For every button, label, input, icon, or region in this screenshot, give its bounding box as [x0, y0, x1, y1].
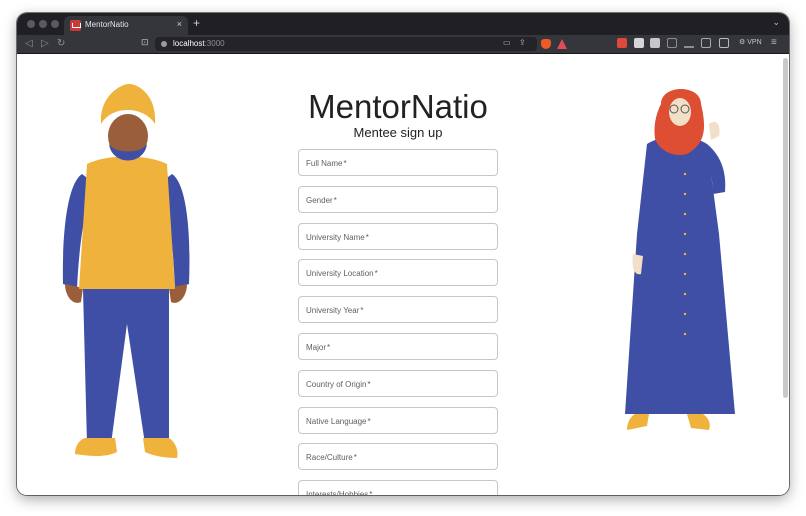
- tab-mentornatio[interactable]: MentorNatio ×: [64, 16, 188, 35]
- browser-window: MentorNatio × + ⌄ ◁ ▷ ↻ ⊡ localhost:3000…: [17, 13, 789, 495]
- field-label: University Name*: [306, 233, 369, 242]
- field-university-location[interactable]: University Location*: [298, 259, 498, 287]
- brave-shield-icon[interactable]: [541, 39, 551, 49]
- field-label-text: University Location: [306, 269, 374, 279]
- field-interests-hobbies[interactable]: Interests/Hobbies*: [298, 480, 498, 495]
- field-label-text: University Name: [306, 232, 365, 242]
- mentor-illustration-woman: [625, 89, 735, 430]
- brand-title: MentorNatio: [308, 88, 488, 125]
- brave-rewards-icon[interactable]: [557, 39, 567, 49]
- tab-close-icon[interactable]: ×: [177, 19, 182, 29]
- field-race-culture[interactable]: Race/Culture*: [298, 443, 498, 471]
- page-subtitle: Mentee sign up: [353, 125, 443, 140]
- field-label: Native Language*: [306, 417, 371, 426]
- field-label-text: Gender: [306, 195, 333, 205]
- extension-doc-icon[interactable]: [634, 38, 644, 48]
- downloads-icon[interactable]: [684, 38, 694, 48]
- address-bar[interactable]: localhost:3000 ▭ ⇪: [155, 37, 567, 51]
- field-label-text: Full Name: [306, 159, 343, 168]
- wallet-icon[interactable]: [719, 38, 729, 48]
- bookmark-icon[interactable]: ⊡: [141, 37, 149, 48]
- vpn-label: VPN: [747, 39, 762, 46]
- field-label: Country of Origin*: [306, 380, 371, 389]
- window-zoom-dot[interactable]: [51, 20, 59, 28]
- mentor-illustration-man: [62, 84, 190, 458]
- back-icon[interactable]: ◁: [25, 37, 33, 50]
- url-host: localhost: [173, 39, 205, 48]
- new-tab-button[interactable]: +: [193, 16, 200, 30]
- tab-bar: MentorNatio × + ⌄: [17, 13, 789, 35]
- field-university-name[interactable]: University Name*: [298, 222, 498, 250]
- window-minimize-dot[interactable]: [39, 20, 47, 28]
- extension-pen-icon[interactable]: [650, 38, 660, 48]
- extension-square-icon[interactable]: [667, 38, 677, 48]
- reload-icon[interactable]: ↻: [57, 37, 65, 50]
- field-label: Gender*: [306, 196, 337, 205]
- required-mark: *: [369, 490, 373, 495]
- field-label: Race/Culture*: [306, 453, 357, 462]
- field-label-text: Race/Culture: [306, 453, 353, 463]
- sidebar-icon[interactable]: [701, 38, 711, 48]
- field-label-text: Country of Origin: [306, 379, 367, 389]
- field-major[interactable]: Major*: [298, 333, 498, 360]
- required-mark: *: [365, 232, 369, 242]
- field-full-name[interactable]: Full Name*: [298, 149, 498, 176]
- url-port: :3000: [204, 39, 225, 48]
- field-label: Full Name*: [306, 159, 347, 168]
- cast-icon[interactable]: ▭: [503, 38, 511, 47]
- required-mark: *: [360, 306, 364, 316]
- field-label: University Year*: [306, 306, 363, 315]
- required-mark: *: [327, 343, 331, 352]
- field-label-text: Native Language: [306, 416, 367, 426]
- menu-icon[interactable]: ≡: [771, 37, 777, 48]
- forward-icon[interactable]: ▷: [41, 37, 49, 50]
- field-label-text: Interests/Hobbies: [306, 490, 369, 495]
- required-mark: *: [343, 159, 347, 168]
- field-label-text: University Year: [306, 306, 360, 316]
- required-mark: *: [367, 416, 371, 426]
- field-label: Interests/Hobbies*: [306, 490, 372, 495]
- required-mark: *: [333, 195, 337, 205]
- vpn-button[interactable]: ⚙ VPN: [739, 38, 762, 46]
- field-label: University Location*: [306, 269, 378, 278]
- url-text: localhost:3000: [173, 39, 225, 48]
- field-country-of-origin[interactable]: Country of Origin*: [298, 369, 498, 397]
- window-close-dot[interactable]: [27, 20, 35, 28]
- required-mark: *: [374, 269, 378, 279]
- field-label-text: Major: [306, 343, 327, 352]
- page-scrollbar[interactable]: [783, 58, 788, 398]
- field-native-language[interactable]: Native Language*: [298, 406, 498, 434]
- required-mark: *: [367, 379, 371, 389]
- site-info-icon[interactable]: [161, 41, 167, 47]
- required-mark: *: [353, 453, 357, 463]
- field-label: Major*: [306, 343, 330, 352]
- share-icon[interactable]: ⇪: [519, 38, 526, 47]
- page-content: MentorNatio Mentee sign up Full Name* Gen…: [17, 54, 789, 495]
- tab-list-chevron-icon[interactable]: ⌄: [772, 17, 780, 28]
- field-university-year[interactable]: University Year*: [298, 296, 498, 324]
- extension-red-icon[interactable]: [617, 38, 627, 48]
- field-gender[interactable]: Gender*: [298, 185, 498, 213]
- site-favicon-icon: [70, 20, 81, 31]
- tab-title: MentorNatio: [85, 20, 129, 29]
- browser-toolbar: ◁ ▷ ↻ ⊡ localhost:3000 ▭ ⇪ ⚙ VPN ≡: [17, 35, 789, 54]
